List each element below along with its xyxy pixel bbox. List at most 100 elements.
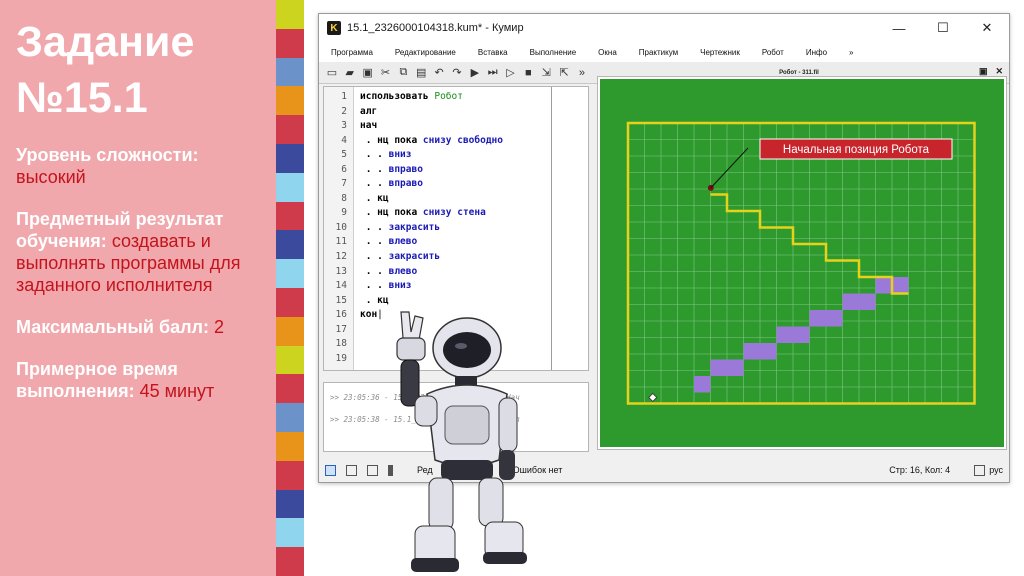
line-number: 18 xyxy=(335,338,347,350)
code-token: снизу свободно xyxy=(422,134,503,146)
menu-program[interactable]: Программа xyxy=(331,48,373,57)
keyboard-icon xyxy=(974,464,986,476)
robot-field[interactable]: Начальная позиция Робота xyxy=(600,79,1004,447)
max-score-info: Максимальный балл: 2 xyxy=(16,316,260,338)
print-icon[interactable] xyxy=(346,464,357,476)
undo-icon[interactable]: ↶ xyxy=(432,66,446,80)
stripe xyxy=(276,518,304,548)
stripe xyxy=(276,143,304,173)
code-token: . нц пока xyxy=(360,207,423,219)
code-token: . . xyxy=(360,236,389,248)
stripe xyxy=(276,0,304,29)
task-title-word: Задание xyxy=(16,18,195,66)
code-token: нач xyxy=(360,120,378,132)
code-token: . . xyxy=(360,265,389,277)
status-cursor-position: Стр: 16, Кол: 4 xyxy=(889,465,951,475)
painted-cell xyxy=(859,293,876,310)
painted-cell xyxy=(875,277,892,294)
painted-cell xyxy=(727,359,744,376)
stripe xyxy=(276,316,304,346)
code-token: . нц пока xyxy=(360,134,423,146)
time-info: Примерное время выполнения: 45 минут xyxy=(16,358,260,402)
callout-label: Начальная позиция Робота xyxy=(783,144,930,156)
stripe xyxy=(276,201,304,231)
console-toggle-icon[interactable] xyxy=(325,464,336,476)
line-number: 12 xyxy=(335,251,347,263)
painted-cell xyxy=(793,326,810,343)
robot-mascot-image xyxy=(396,311,527,572)
stripe xyxy=(276,345,304,375)
result-info: Предметный результат обучения: создавать… xyxy=(16,208,260,296)
line-number: 3 xyxy=(341,120,347,132)
painted-cell xyxy=(842,293,859,310)
save-icon[interactable]: ▣ xyxy=(361,66,375,80)
line-number: 13 xyxy=(335,265,347,277)
new-file-icon[interactable]: ▭ xyxy=(325,66,339,80)
menu-robot[interactable]: Робот xyxy=(762,48,784,57)
difficulty-value: высокий xyxy=(16,167,86,187)
run-icon[interactable]: ▶ xyxy=(468,66,482,80)
menu-practicum[interactable]: Практикум xyxy=(639,48,678,57)
stripe xyxy=(276,57,304,87)
editor-margin xyxy=(551,87,585,370)
code-token: вниз xyxy=(388,280,412,292)
stripe xyxy=(276,28,304,58)
code-token: вправо xyxy=(388,178,423,190)
maximize-button[interactable]: ☐ xyxy=(921,14,965,42)
code-token: влево xyxy=(388,265,418,277)
menu-more[interactable]: » xyxy=(849,48,853,57)
code-token: . . xyxy=(360,178,389,190)
line-number: 15 xyxy=(335,294,347,306)
title-bar: K 15.1_2326000104318.kum* - Кумир — ☐ ✕ xyxy=(319,14,1009,42)
painted-cell xyxy=(760,343,777,360)
code-token: . кц xyxy=(360,192,389,204)
stripe xyxy=(276,403,304,432)
stop-icon[interactable]: ■ xyxy=(521,66,535,80)
painted-cell xyxy=(826,310,843,327)
redo-icon[interactable]: ↷ xyxy=(450,66,464,80)
step-into-icon[interactable]: ⇲ xyxy=(539,66,553,80)
stripe xyxy=(276,287,304,317)
robot-panel-title: Робот - 311.fil xyxy=(779,69,819,76)
menu-run[interactable]: Выполнение xyxy=(530,48,577,57)
menu-edit[interactable]: Редактирование xyxy=(395,48,456,57)
step-out-icon[interactable]: ⇱ xyxy=(557,66,571,80)
minimize-button[interactable]: — xyxy=(877,14,921,42)
stripe xyxy=(276,489,304,519)
max-score-label: Максимальный балл: xyxy=(16,317,209,337)
stripe xyxy=(276,230,304,260)
step-over-icon[interactable]: ▷ xyxy=(504,66,518,80)
cut-icon[interactable]: ✂ xyxy=(379,66,393,80)
close-button[interactable]: ✕ xyxy=(965,14,1009,42)
stripe xyxy=(276,86,304,116)
difficulty-label: Уровень сложности: xyxy=(16,145,199,165)
line-number: 6 xyxy=(341,163,347,175)
menu-windows[interactable]: Окна xyxy=(598,48,617,57)
code-token: вправо xyxy=(388,163,423,175)
line-number: 1 xyxy=(341,91,347,102)
open-folder-icon[interactable]: ▰ xyxy=(343,66,357,80)
code-token: . . xyxy=(360,221,389,233)
code-token: влево xyxy=(388,236,418,248)
menu-info[interactable]: Инфо xyxy=(806,48,827,57)
code-token: Робот xyxy=(434,91,463,102)
kumir-app-icon: K xyxy=(327,21,341,35)
code-token: закрасить xyxy=(388,221,441,233)
paste-icon[interactable]: ▤ xyxy=(414,66,428,80)
menu-insert[interactable]: Вставка xyxy=(478,48,508,57)
step-run-icon[interactable]: ⏭ xyxy=(486,66,500,80)
code-token: использовать xyxy=(360,91,435,102)
max-score-value: 2 xyxy=(213,317,224,337)
painted-cell xyxy=(710,359,727,376)
line-number-gutter: 1 2 3 4 5 6 7 8 9 10 11 12 13 14 15 16 17 18 19 xyxy=(324,87,354,370)
line-number: 5 xyxy=(341,149,347,161)
line-number: 11 xyxy=(335,236,347,248)
time-value: 45 минут xyxy=(139,381,215,401)
line-number: 4 xyxy=(341,134,347,146)
stripe xyxy=(276,431,304,461)
task-number: №15.1 xyxy=(16,74,148,122)
menu-drawer[interactable]: Чертежник xyxy=(700,48,740,57)
copy-icon[interactable]: ⧉ xyxy=(396,66,410,80)
toolbar-more-icon[interactable]: » xyxy=(575,66,589,80)
window-title: 15.1_2326000104318.kum* - Кумир xyxy=(347,22,524,34)
